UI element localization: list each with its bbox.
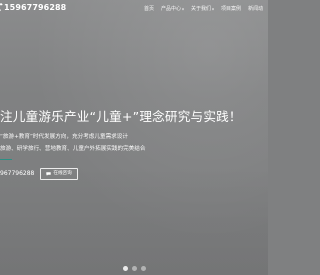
nav-cases[interactable]: 项目案例 bbox=[221, 4, 241, 14]
phone-icon bbox=[0, 3, 3, 11]
hero-subline-1: “旅游+教育”时代发展方向，充分考虑儿童需求设计 bbox=[0, 134, 128, 140]
nav-news[interactable]: 新闻动 bbox=[248, 4, 263, 14]
chevron-down-icon bbox=[182, 8, 185, 11]
consult-button-label: 在线咨询 bbox=[53, 171, 72, 176]
hero-contact-phone: 967796288 bbox=[0, 170, 35, 177]
main-nav: 首页 产品中心 关于我们 项目案例 新闻动 bbox=[144, 4, 270, 14]
nav-news-label: 新闻动 bbox=[248, 6, 264, 12]
nav-about[interactable]: 关于我们 bbox=[191, 4, 215, 14]
nav-about-label: 关于我们 bbox=[191, 6, 212, 12]
hero-headline: 注儿童游乐产业“儿童+”理念研究与实践！ bbox=[0, 109, 242, 124]
nav-cases-label: 项目案例 bbox=[221, 6, 242, 12]
carousel-dot-3[interactable] bbox=[140, 265, 146, 271]
header-phone-number: 15967796288 bbox=[4, 2, 67, 12]
nav-products[interactable]: 产品中心 bbox=[161, 4, 185, 14]
chevron-down-icon bbox=[212, 8, 215, 11]
hero-subline-2: 旅游、研学旅行、营地教育、儿童户外拓展实践的完美结合 bbox=[0, 146, 146, 152]
nav-home-label: 首页 bbox=[144, 6, 155, 12]
hero-contact: 967796288 在线咨询 bbox=[0, 168, 78, 180]
hero-shade bbox=[0, 165, 268, 275]
top-bar: 15967796288 首页 产品中心 关于我们 项目案例 新闻动 bbox=[0, 0, 268, 18]
carousel-dot-2[interactable] bbox=[131, 265, 137, 271]
accent-line bbox=[0, 159, 12, 160]
nav-products-label: 产品中心 bbox=[161, 6, 182, 12]
header-phone: 15967796288 bbox=[0, 2, 66, 12]
carousel-indicators bbox=[0, 264, 268, 272]
consult-button[interactable]: 在线咨询 bbox=[40, 168, 78, 180]
carousel-dot-1[interactable] bbox=[122, 265, 128, 271]
nav-home[interactable]: 首页 bbox=[144, 4, 154, 14]
chat-icon bbox=[46, 172, 52, 176]
